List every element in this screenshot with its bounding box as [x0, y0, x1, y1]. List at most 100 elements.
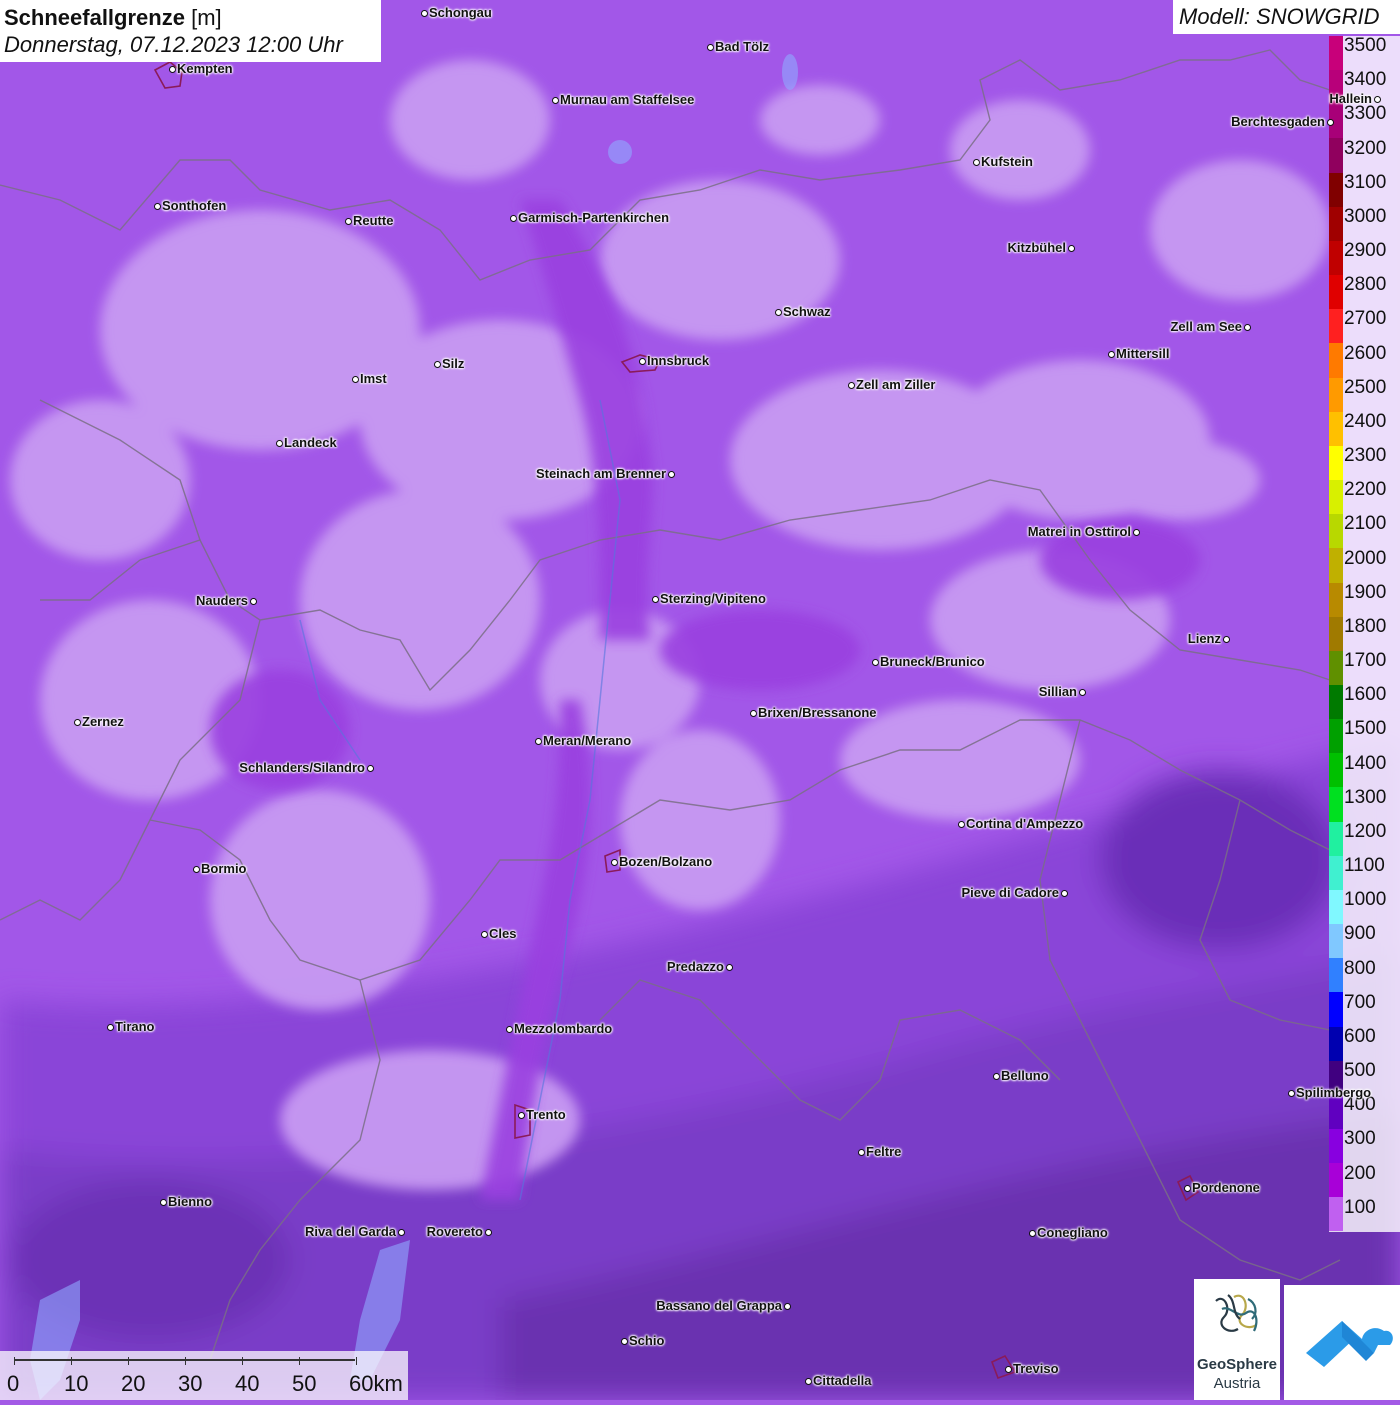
legend-label: 3300 — [1344, 103, 1387, 125]
scale-tick — [356, 1357, 357, 1365]
city-marker — [957, 820, 965, 828]
scale-tick — [71, 1357, 72, 1365]
city-label: Matrei in Osttirol — [1027, 524, 1131, 539]
legend-label: 2400 — [1344, 410, 1387, 432]
city-marker — [420, 9, 428, 17]
legend-label: 100 — [1344, 1196, 1376, 1218]
city-marker — [159, 1198, 167, 1206]
legend-label: 200 — [1344, 1162, 1376, 1184]
city-label: Belluno — [1001, 1068, 1049, 1083]
legend-swatch — [1329, 36, 1343, 71]
city-marker — [249, 597, 257, 605]
legend-label: 1600 — [1344, 684, 1387, 706]
scale-tick — [14, 1357, 15, 1365]
city-marker — [366, 764, 374, 772]
legend-label: 1300 — [1344, 786, 1387, 808]
city-label: Bassano del Grappa — [656, 1298, 782, 1313]
city-marker — [783, 1302, 791, 1310]
city-marker — [972, 158, 980, 166]
city-marker — [551, 96, 559, 104]
legend-label: 2200 — [1344, 479, 1387, 501]
city-label: Hallein — [1329, 91, 1372, 106]
legend-swatch — [1329, 889, 1343, 925]
city-label: Steinach am Brenner — [535, 466, 666, 481]
map-title: Schneefallgrenze [m] — [4, 5, 222, 30]
scale-label: 20 — [121, 1371, 146, 1396]
city-marker — [857, 1148, 865, 1156]
legend-label: 1200 — [1344, 820, 1387, 842]
legend-swatch — [1329, 684, 1343, 720]
city-marker — [275, 439, 283, 447]
city-marker — [1243, 323, 1251, 331]
map-title-box: Schneefallgrenze [m] Donnerstag, 07.12.2… — [0, 0, 381, 62]
legend-label: 1000 — [1344, 889, 1387, 911]
city-marker — [73, 718, 81, 726]
city-label: Lienz — [1187, 631, 1221, 646]
city-label: Schio — [629, 1333, 665, 1348]
city-label: Innsbruck — [647, 353, 710, 368]
city-label: Predazzo — [666, 959, 724, 974]
city-marker — [480, 930, 488, 938]
legend-label: 2700 — [1344, 308, 1387, 330]
legend-label: 2900 — [1344, 240, 1387, 262]
city-label: Cortina d'Ampezzo — [966, 816, 1084, 831]
city-label: Garmisch-Partenkirchen — [518, 210, 670, 225]
map-datetime: Donnerstag, 07.12.2023 12:00 Uhr — [4, 32, 343, 57]
legend-label: 2800 — [1344, 274, 1387, 296]
scale-label: 50 — [292, 1371, 317, 1396]
legend-swatch — [1329, 309, 1343, 344]
city-marker — [534, 737, 542, 745]
legend-label: 1900 — [1344, 581, 1387, 603]
city-label: Zernez — [82, 714, 124, 729]
scale-label: 40 — [235, 1371, 260, 1396]
legend-swatch — [1329, 480, 1343, 515]
legend-swatch — [1329, 650, 1343, 685]
legend-label: 800 — [1344, 957, 1376, 979]
legend-swatch — [1329, 787, 1343, 822]
legend-label: 500 — [1344, 1060, 1376, 1082]
city-marker — [1326, 118, 1334, 126]
city-label: Sterzing/Vipiteno — [660, 591, 766, 606]
city-label: Trento — [526, 1107, 566, 1122]
legend-label: 3200 — [1344, 137, 1387, 159]
legend-swatch — [1329, 616, 1343, 651]
city-marker — [749, 709, 757, 717]
city-label: Mittersill — [1116, 346, 1170, 361]
legend-swatch — [1329, 206, 1343, 241]
city-label: Bormio — [201, 861, 247, 876]
legend-label: 300 — [1344, 1128, 1376, 1150]
city-marker — [1004, 1365, 1012, 1373]
city-label: Reutte — [353, 213, 394, 228]
legend-label: 2000 — [1344, 547, 1387, 569]
city-marker — [505, 1025, 513, 1033]
city-marker — [667, 470, 675, 478]
legend-label: 1700 — [1344, 650, 1387, 672]
city-marker — [992, 1072, 1000, 1080]
legend-swatch — [1329, 992, 1343, 1027]
legend-label: 2300 — [1344, 445, 1387, 467]
city-label: Rovereto — [426, 1224, 483, 1239]
city-label: Cles — [489, 926, 517, 941]
city-label: Kufstein — [981, 154, 1033, 169]
scale-label: 30 — [178, 1371, 203, 1396]
city-marker — [1028, 1229, 1036, 1237]
legend-label: 900 — [1344, 923, 1376, 945]
city-marker — [192, 865, 200, 873]
city-marker — [433, 360, 441, 368]
legend-swatch — [1329, 445, 1343, 481]
city-label: Treviso — [1013, 1361, 1059, 1376]
legend-swatch — [1329, 1197, 1343, 1232]
city-marker — [517, 1111, 525, 1119]
cloud-arrow-icon — [1306, 1321, 1393, 1367]
legend-swatch — [1329, 514, 1343, 549]
city-marker — [1078, 688, 1086, 696]
city-label: Zell am See — [1170, 319, 1242, 334]
scale-tick — [185, 1357, 186, 1365]
scale-bar: 0 10 20 30 40 50 60km — [0, 1351, 408, 1400]
geosphere-logo-icon — [1215, 1294, 1258, 1332]
city-marker — [651, 595, 659, 603]
legend-swatch — [1329, 924, 1343, 959]
city-marker — [153, 202, 161, 210]
city-label: Bienno — [168, 1194, 213, 1209]
city-label: Bozen/Bolzano — [619, 854, 713, 869]
